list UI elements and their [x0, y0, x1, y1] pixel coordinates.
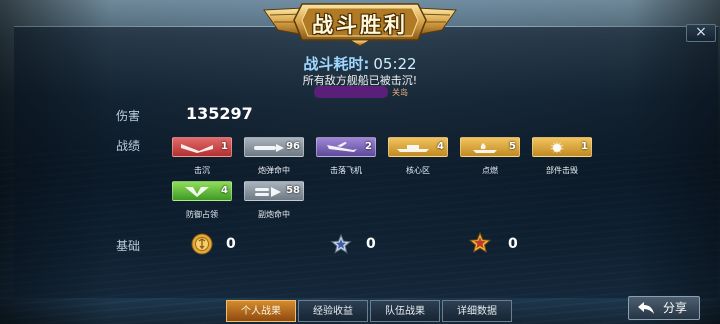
victory-title: 战斗胜利 [312, 13, 408, 37]
record-label: 战绩 [116, 139, 141, 153]
medal-caption: 击沉 [194, 166, 210, 175]
medal-caption: 防御占领 [186, 210, 218, 219]
medal-caption: 副炮命中 [258, 210, 290, 219]
medal-count: 1 [581, 141, 588, 152]
gold-star-value: 0 [508, 236, 518, 252]
medal-count: 58 [286, 185, 300, 196]
share-button[interactable]: 分享 [628, 296, 700, 320]
silver-star-icon [330, 233, 352, 254]
medal-count: 1 [221, 141, 228, 152]
medal-core-zone[interactable]: 4 [388, 137, 448, 157]
battle-duration-value: 05:22 [373, 55, 417, 73]
medal-caption: 部件击毁 [546, 166, 578, 175]
silver-star-value: 0 [366, 236, 376, 252]
medal-sink[interactable]: 1 [172, 137, 232, 157]
share-arrow-icon [638, 302, 654, 314]
close-button[interactable]: × [686, 24, 716, 42]
medal-ignite[interactable]: 5 [460, 137, 520, 157]
plane-down-icon [327, 142, 357, 152]
ship-sink-icon [181, 144, 213, 153]
damage-value: 135297 [186, 104, 253, 123]
shell-hit-icon [254, 144, 284, 152]
medal-plane-down[interactable]: 2 [316, 137, 376, 157]
battle-duration: 战斗耗时: 05:22 [0, 53, 720, 74]
medal-count: 96 [286, 141, 300, 152]
medal-count: 4 [221, 185, 228, 196]
ignite-icon [473, 143, 497, 153]
gold-coin-icon [191, 233, 213, 255]
victory-emblem: 战斗胜利 [258, 0, 462, 46]
medal-caption: 点燃 [482, 166, 498, 175]
base-label: 基础 [116, 239, 141, 253]
defend-capture-icon [185, 187, 209, 197]
medal-defend-capture[interactable]: 4 [172, 181, 232, 201]
damage-label: 伤害 [116, 109, 141, 123]
medal-count: 5 [509, 141, 516, 152]
gold-star-icon [469, 232, 491, 254]
tab-personal-results[interactable]: 个人战果 [226, 300, 296, 322]
share-label: 分享 [663, 301, 688, 315]
medal-part-destroy[interactable]: 1 [532, 137, 592, 157]
part-destroy-icon [550, 141, 564, 154]
medal-count: 2 [365, 141, 372, 152]
medal-secondary-hit[interactable]: 58 [244, 181, 304, 201]
map-name: 关岛 [392, 88, 408, 97]
redacted-player-name [314, 86, 388, 98]
medal-caption: 炮弹命中 [258, 166, 290, 175]
tab-detailed-data[interactable]: 详细数据 [442, 300, 512, 322]
medal-count: 4 [437, 141, 444, 152]
tab-team-results[interactable]: 队伍战果 [370, 300, 440, 322]
secondary-hit-icon [255, 187, 281, 197]
core-zone-icon [397, 145, 429, 152]
gold-coin-value: 0 [226, 236, 236, 252]
tab-experience-gain[interactable]: 经验收益 [298, 300, 368, 322]
battle-duration-label: 战斗耗时: [303, 55, 370, 73]
medal-shell-hit[interactable]: 96 [244, 137, 304, 157]
medal-caption: 击落飞机 [330, 166, 362, 175]
medal-caption: 核心区 [406, 166, 430, 175]
